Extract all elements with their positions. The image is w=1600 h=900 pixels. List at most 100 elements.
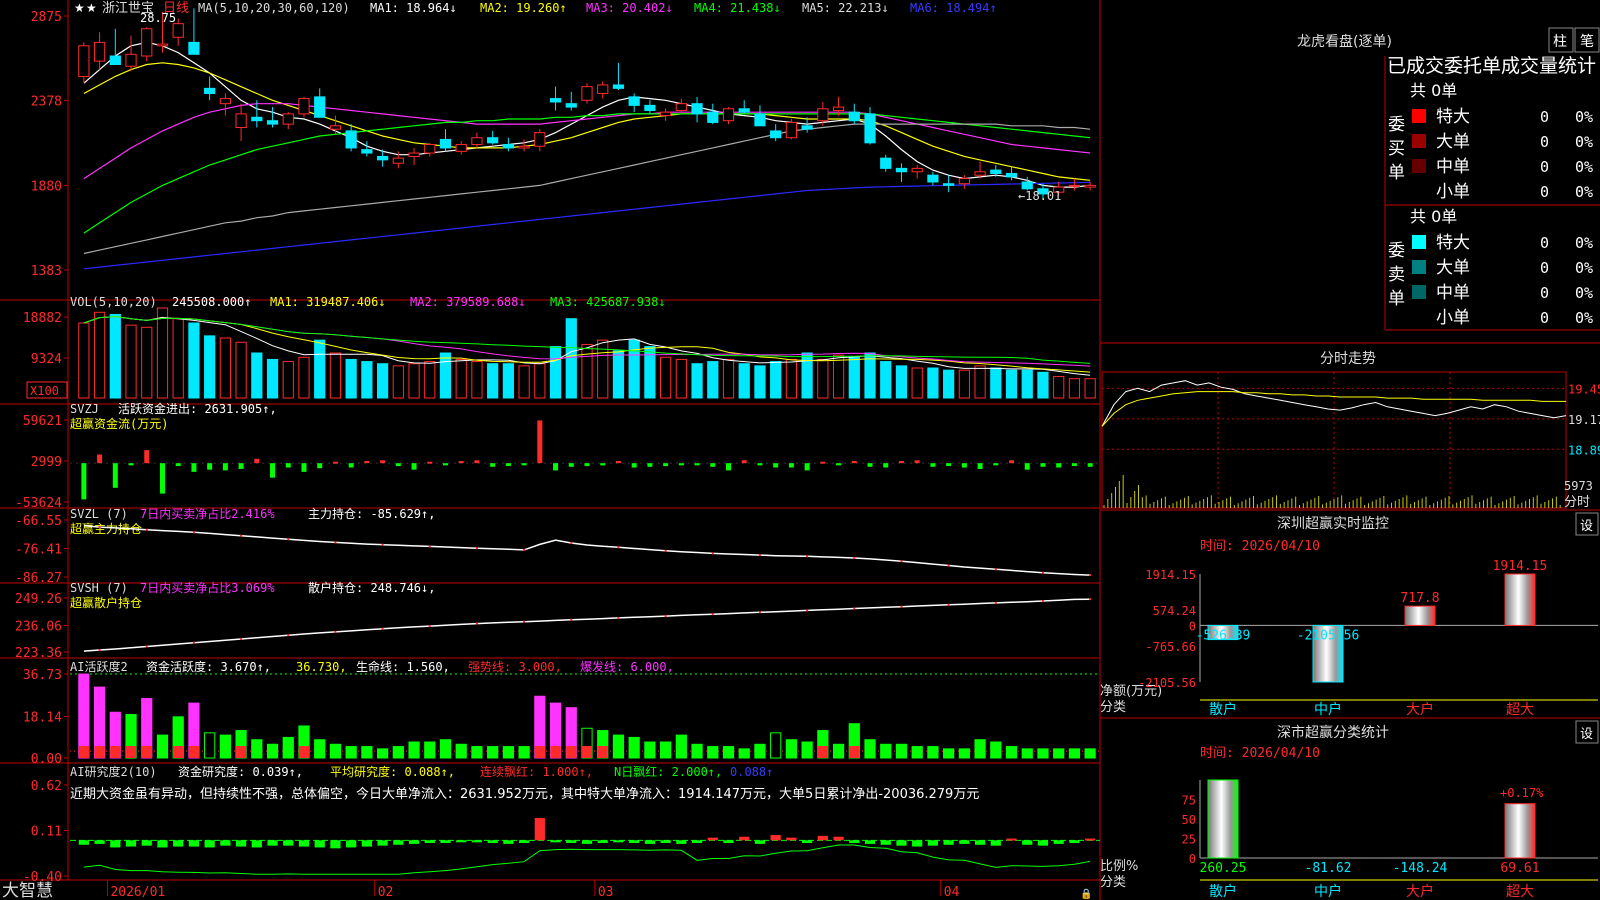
candle-body xyxy=(1084,184,1096,188)
svsh-panel[interactable]: SVSH (7) 7日内买卖净占比3.069% 散户持仓: 248.746↓, … xyxy=(15,580,1092,661)
sz-category-panel[interactable]: 深市超赢分类统计 设 时间: 2026/04/10 比例% 分类 +0.17% … xyxy=(1100,720,1599,900)
vol-bar xyxy=(691,363,703,399)
sz-monitor-category: 大户 xyxy=(1406,701,1434,718)
volume-panel[interactable]: VOL(5,10,20) 245508.000↑ MA1: 319487.406… xyxy=(23,295,1096,399)
order-side-label: 单 xyxy=(1388,289,1405,309)
sz-monitor-time: 时间: 2026/04/10 xyxy=(1200,539,1320,554)
intraday-panel[interactable]: 分时走势 19.45 19.17 18.89 5973 分时 xyxy=(1101,351,1600,510)
svzj-bar xyxy=(474,460,480,464)
y-tick-label: -76.41 xyxy=(15,543,62,558)
svzj-bar xyxy=(317,463,323,469)
svzj-bar xyxy=(678,463,684,466)
research-bar xyxy=(534,818,545,841)
vol-bar xyxy=(581,343,593,399)
sz-category-bar xyxy=(1504,803,1536,859)
y-tick-label: 36.73 xyxy=(23,668,62,683)
vol-bar xyxy=(990,367,1002,399)
candle-body xyxy=(722,108,735,122)
activity-bar xyxy=(943,748,955,759)
candle-body xyxy=(801,125,813,130)
activity-bar xyxy=(424,741,436,759)
order-row-pct: 0% xyxy=(1575,234,1593,252)
vol-y-ticks: 18882 9324 xyxy=(23,311,68,367)
candle-body xyxy=(204,87,216,94)
vol-bar xyxy=(864,352,876,399)
vol-bar xyxy=(1005,369,1018,399)
vol-bar xyxy=(141,326,153,399)
activity-bar xyxy=(707,746,719,759)
kline-panel[interactable]: ★ ★ 浙江世宝 日线 MA(5,10,20,30,60,120) MA1: 1… xyxy=(31,1,1096,279)
y-tick-label: 1383 xyxy=(31,264,62,279)
lock-icon[interactable]: 🔒 xyxy=(1080,888,1092,900)
activity-base xyxy=(298,746,310,758)
research-bar xyxy=(817,835,828,841)
line-marker xyxy=(664,615,667,618)
svzj-bar xyxy=(820,461,826,464)
ma1-label: MA1: 18.964↓ xyxy=(370,1,457,15)
sz-category-value: -81.62 xyxy=(1305,861,1352,876)
research-bar xyxy=(330,840,341,849)
ma-line-ma5 xyxy=(83,123,1091,255)
candles[interactable] xyxy=(78,8,1096,199)
order-row-label: 大单 xyxy=(1436,258,1470,278)
ai-activity-label2: 36.730, xyxy=(296,660,347,674)
order-panel[interactable]: 龙虎看盘(逐单) 柱 笔 已成交委托单成交量统计 共 0单委买单特大 0 0%大单 0… xyxy=(1297,27,1600,328)
research-bar xyxy=(456,840,467,843)
intraday-y-tick: 18.89 xyxy=(1568,443,1600,457)
order-color-swatch xyxy=(1412,159,1426,173)
ai-activity-panel[interactable]: AI活跃度2 资金活跃度: 3.670↑, 36.730, 生命线: 1.560… xyxy=(23,659,1100,767)
line-marker xyxy=(806,609,809,612)
activity-base xyxy=(566,746,577,758)
vol-bar xyxy=(487,363,499,399)
research-bar xyxy=(660,840,671,843)
svzj-bar xyxy=(364,460,370,464)
candle-body xyxy=(958,178,970,185)
candle-body xyxy=(298,98,310,115)
research-bar xyxy=(314,840,325,848)
candle-body xyxy=(251,116,263,122)
svzj-bar xyxy=(553,463,559,471)
ai-activity-label1: 资金活跃度: 3.670↑, xyxy=(146,659,271,674)
order-row-pct: 0% xyxy=(1575,158,1593,176)
line-marker xyxy=(523,620,526,623)
svzj-bar xyxy=(380,460,386,464)
candle-body xyxy=(219,98,231,105)
research-bar xyxy=(220,840,231,846)
ma-line-ma4 xyxy=(83,113,1091,234)
research-bar xyxy=(440,840,451,843)
order-row-value: 0 xyxy=(1540,108,1549,126)
vol-bar xyxy=(109,313,121,399)
research-bar xyxy=(471,840,483,843)
line-series xyxy=(83,524,1091,576)
line-marker xyxy=(381,627,384,630)
bar-mode-label: 柱 xyxy=(1553,34,1567,50)
order-row-value: 0 xyxy=(1540,259,1549,277)
settings-label: 设 xyxy=(1580,727,1593,742)
line-marker xyxy=(947,564,950,567)
svzj-bar xyxy=(1024,463,1030,470)
line-marker xyxy=(570,541,573,544)
kline-y-ticks: 2875 2378 1880 1383 xyxy=(31,10,68,279)
order-color-swatch xyxy=(1412,109,1426,123)
svzl-panel[interactable]: SVZL (7) 7日内买卖净占比2.416% 主力持仓: -85.629↑, … xyxy=(15,506,1092,586)
research-bar xyxy=(959,840,970,844)
order-total: 共 0单 xyxy=(1410,81,1457,100)
svzj-panel[interactable]: SVZJ 活跃资金进出: 2631.905↑, 超赢资金流(万元) 59621 2… xyxy=(15,401,1100,511)
ma3-label: MA3: 20.402↓ xyxy=(586,1,673,15)
svzj-y-ticks: 59621 2999 -53624 xyxy=(15,414,68,511)
vol-bar xyxy=(78,322,90,399)
buy-orders-table: 共 0单委买单 特大 0 0% 大单 0 0% 中单 0 0% 小单 0 0% xyxy=(1388,81,1593,202)
low-price-label: ←18.01 xyxy=(1018,189,1061,203)
sz-monitor-panel[interactable]: 深圳超赢实时监控 设 时间: 2026/04/10 净额(万元) 分类 1914… xyxy=(1100,512,1599,718)
intraday-vol-label: 分时 xyxy=(1564,495,1590,510)
ai-research-panel[interactable]: AI研究度2(10) 资金研究度: 0.039↑, 平均研究度: 0.088↑,… xyxy=(23,764,1100,885)
vol-bar xyxy=(1053,376,1065,399)
order-row-label: 小单 xyxy=(1436,182,1470,202)
stock-chart-canvas[interactable]: ★ ★ 浙江世宝 日线 MA(5,10,20,30,60,120) MA1: 1… xyxy=(0,0,1600,900)
y-tick-label: 0.11 xyxy=(31,825,62,840)
svzj-bar xyxy=(505,463,511,467)
svzj-bar xyxy=(914,460,920,464)
order-row-pct: 0% xyxy=(1575,133,1593,151)
candle-body xyxy=(455,144,467,152)
activity-base xyxy=(173,746,184,758)
